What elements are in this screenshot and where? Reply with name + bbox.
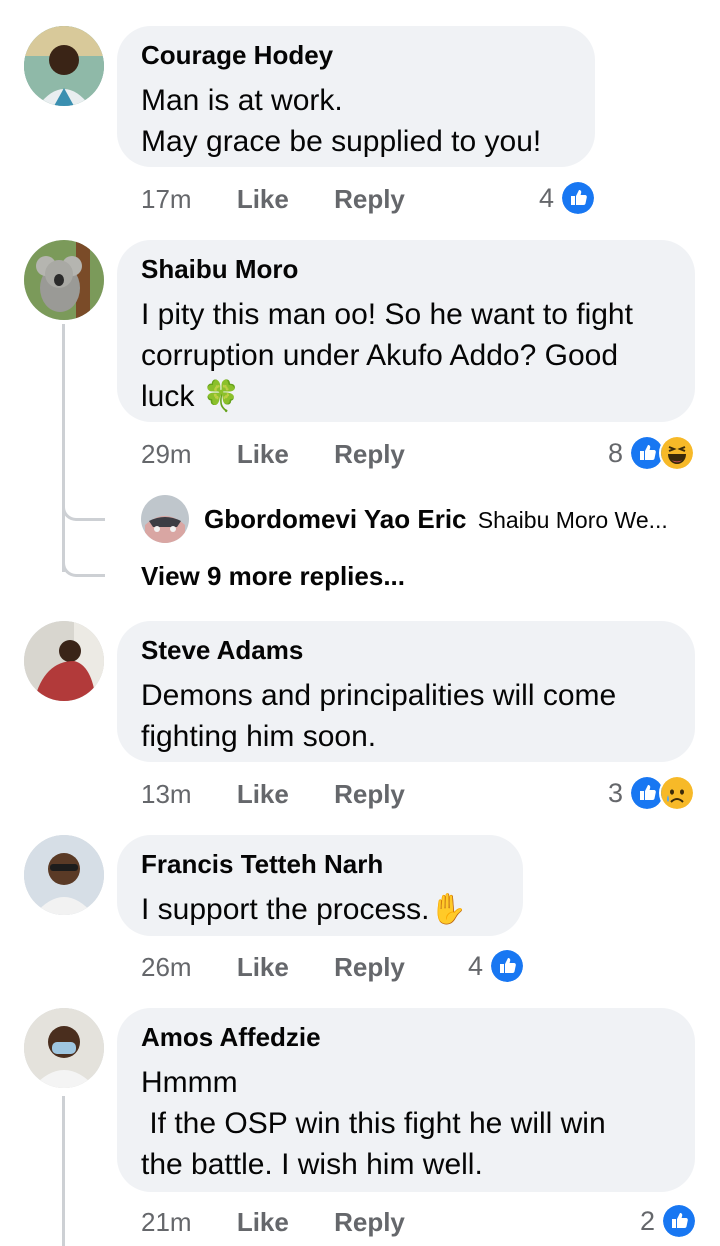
avatar[interactable] [24, 621, 104, 701]
timestamp[interactable]: 21m [141, 1207, 192, 1237]
comment-bubble[interactable]: Francis Tetteh Narh I support the proces… [117, 835, 523, 936]
timestamp[interactable]: 17m [141, 184, 192, 214]
timestamp[interactable]: 26m [141, 952, 192, 982]
reaction-summary[interactable]: 4 [539, 180, 597, 216]
avatar[interactable] [24, 1008, 104, 1088]
comment-text: May grace be supplied to you! [141, 125, 542, 158]
comment-text: luck [141, 380, 195, 413]
reaction-count: 2 [640, 1206, 656, 1236]
reaction-summary[interactable]: 3 [608, 775, 696, 811]
commenter-name[interactable]: Francis Tetteh Narh [141, 849, 499, 879]
commenter-name[interactable]: Courage Hodey [141, 40, 571, 70]
reply-author-name[interactable]: Gbordomevi Yao Eric [204, 504, 467, 534]
comment-text: Man is at work. [141, 84, 343, 117]
clover-emoji: 🍀 [202, 380, 241, 413]
comment-text-line: luck 🍀 [141, 376, 671, 417]
haha-icon [659, 435, 696, 471]
comment-text: If the OSP win this fight he will win [141, 1107, 606, 1140]
timestamp[interactable]: 29m [141, 439, 192, 469]
reaction-summary[interactable]: 4 [468, 948, 526, 984]
reaction-count: 4 [468, 951, 484, 981]
commenter-name[interactable]: Steve Adams [141, 635, 671, 665]
view-more-replies-link[interactable]: View 9 more replies... [141, 561, 405, 591]
comment-actions: 13m Like Reply [141, 779, 405, 809]
like-button[interactable]: Like [237, 184, 289, 214]
comment-text: I pity this man oo! So he want to fight [141, 298, 633, 331]
avatar[interactable] [24, 240, 104, 320]
thread-connector [62, 480, 105, 521]
raised-hand-emoji: ✋ [429, 893, 467, 926]
comment-actions: 26m Like Reply [141, 952, 405, 982]
sad-icon [659, 775, 696, 811]
like-icon [661, 1203, 698, 1239]
like-button[interactable]: Like [237, 952, 289, 982]
reply-button[interactable]: Reply [334, 1207, 405, 1237]
avatar[interactable] [24, 26, 104, 106]
comment-actions: 21m Like Reply [141, 1207, 405, 1237]
reaction-summary[interactable]: 2 [640, 1203, 698, 1239]
comment-text: I support the process. [141, 893, 430, 926]
reply-button[interactable]: Reply [334, 952, 405, 982]
reply-button[interactable]: Reply [334, 779, 405, 809]
comment-text: corruption under Akufo Addo? Good [141, 339, 619, 372]
reaction-count: 4 [539, 183, 555, 213]
comment-bubble[interactable]: Courage Hodey Man is at work. May grace … [117, 26, 595, 167]
comment-actions: 29m Like Reply [141, 439, 405, 469]
commenter-name[interactable]: Shaibu Moro [141, 254, 671, 284]
avatar[interactable] [24, 835, 104, 915]
thread-line [62, 324, 65, 572]
thread-line [62, 1096, 65, 1246]
comment-text: the battle. I wish him well. [141, 1148, 483, 1181]
like-button[interactable]: Like [237, 779, 289, 809]
comment-bubble[interactable]: Steve Adams Demons and principalities wi… [117, 621, 695, 762]
comment-text: fighting him soon. [141, 720, 377, 753]
reaction-count: 8 [608, 438, 624, 468]
like-button[interactable]: Like [237, 439, 289, 469]
reply-preview-text: Shaibu Moro We... [477, 507, 668, 533]
reply-button[interactable]: Reply [334, 439, 405, 469]
thread-connector [62, 536, 105, 577]
comment-text: Demons and principalities will come [141, 679, 617, 712]
comment-bubble[interactable]: Shaibu Moro I pity this man oo! So he wa… [117, 240, 695, 422]
reaction-summary[interactable]: 8 [608, 435, 696, 471]
like-button[interactable]: Like [237, 1207, 289, 1237]
reply-button[interactable]: Reply [334, 184, 405, 214]
commenter-name[interactable]: Amos Affedzie [141, 1022, 671, 1052]
like-icon [489, 948, 526, 984]
reaction-count: 3 [608, 778, 624, 808]
comment-actions: 17m Like Reply [141, 184, 405, 214]
comment-text: Hmmm [141, 1066, 238, 1099]
comment-text-line: I support the process.✋ [141, 889, 499, 930]
reply-preview[interactable]: Gbordomevi Yao Eric Shaibu Moro We... [204, 504, 668, 535]
timestamp[interactable]: 13m [141, 779, 192, 809]
reply-avatar[interactable] [141, 495, 189, 543]
comment-bubble[interactable]: Amos Affedzie Hmmm If the OSP win this f… [117, 1008, 695, 1192]
like-icon [560, 180, 597, 216]
